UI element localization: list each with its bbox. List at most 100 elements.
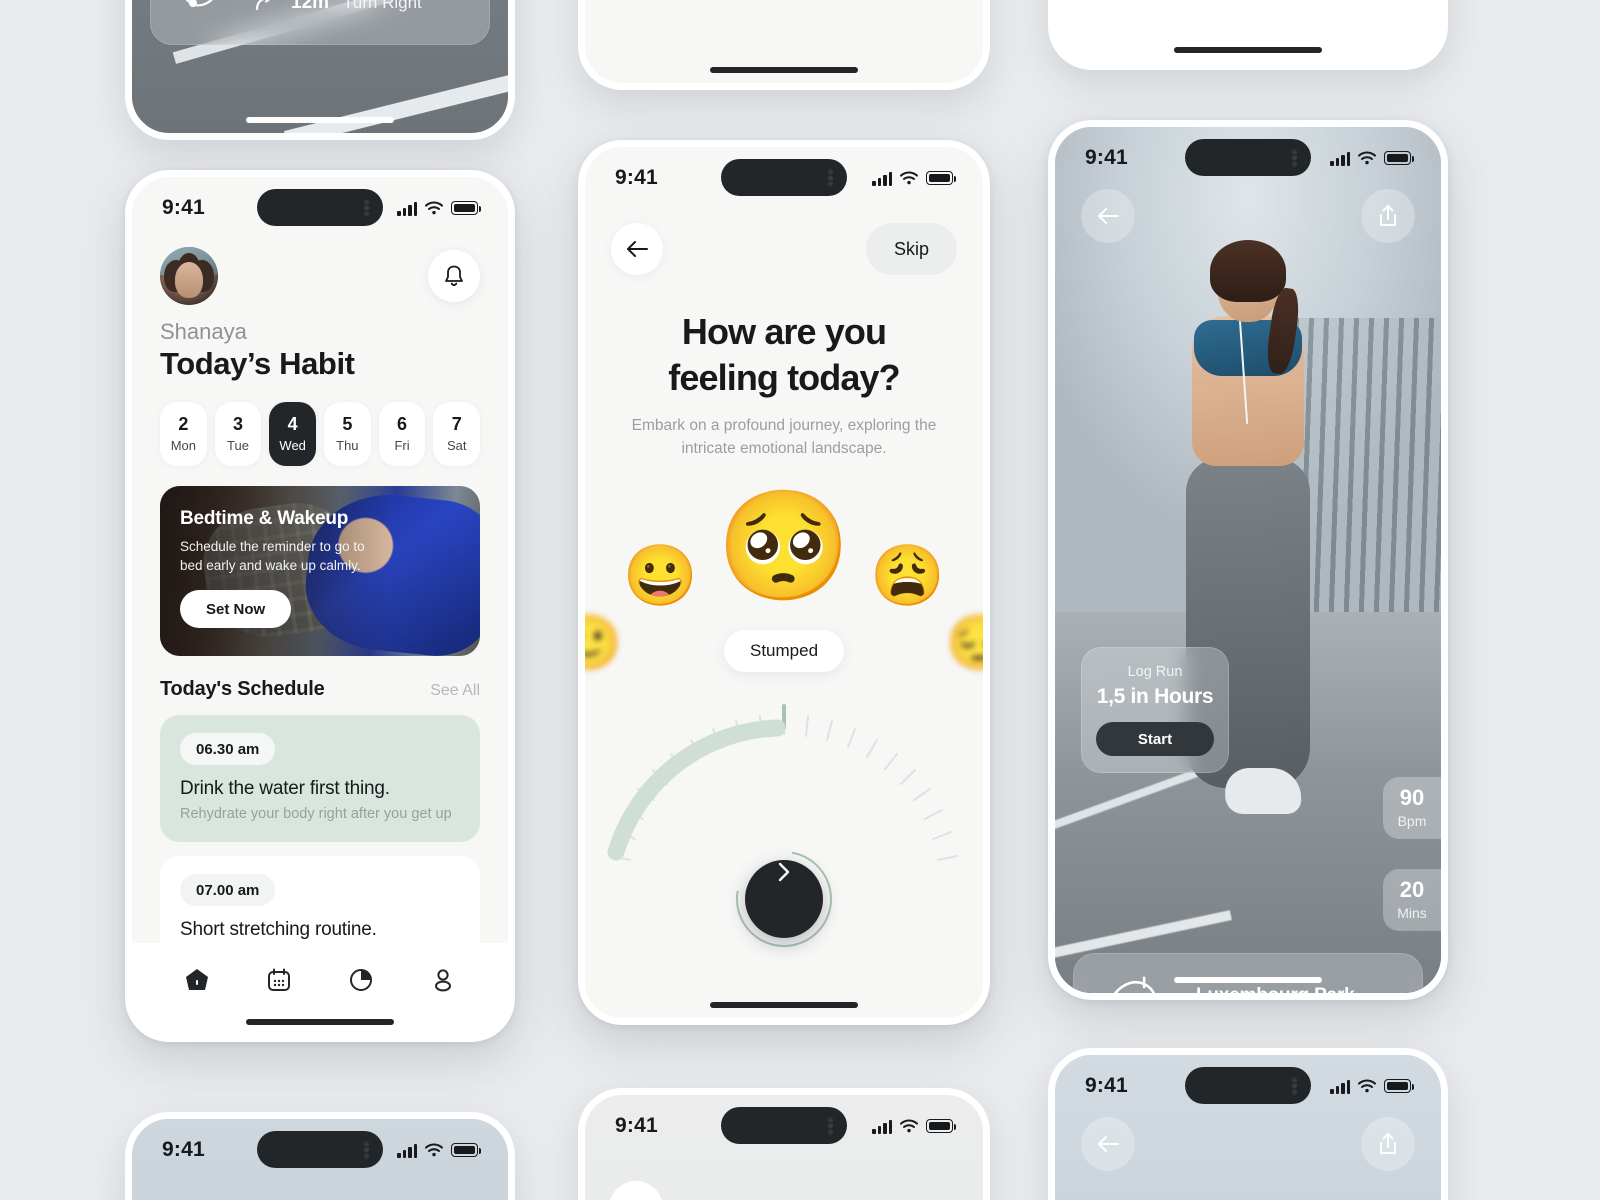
notification-button[interactable] [428, 250, 480, 302]
start-button[interactable]: Start [1096, 722, 1214, 756]
schedule-name: Short stretching routine. [180, 919, 377, 940]
log-run-value: 1,5 in Hours [1096, 685, 1214, 708]
profile-icon [435, 969, 451, 992]
bpm-unit: Bpm [1397, 813, 1427, 829]
run-nav [1055, 1117, 1441, 1171]
bell-icon [445, 265, 463, 286]
tab-profile[interactable] [420, 957, 466, 1003]
day-chip-fri[interactable]: 6 Fri [378, 402, 426, 466]
day-chip-mon[interactable]: 2 Mon [160, 402, 207, 466]
back-button[interactable] [611, 223, 663, 275]
tab-bar [1055, 0, 1441, 63]
day-chip-sat[interactable]: 7 Sat [433, 402, 481, 466]
mood-emoji-carousel[interactable]: 🙂 😀 🥺 😩 😔 Stumped [585, 488, 983, 673]
dynamic-island [257, 189, 383, 226]
tab-stats[interactable] [338, 957, 384, 1003]
bedtime-promo-card[interactable]: Bedtime & Wakeup Schedule the reminder t… [160, 486, 480, 656]
cellular-signal-icon [872, 1119, 892, 1134]
home-indicator [710, 67, 858, 73]
status-time: 9:41 [1085, 146, 1128, 169]
emoji-far-left[interactable]: 🙂 [585, 616, 622, 670]
dynamic-island [721, 159, 847, 196]
partial-phone-top-left: Luxembourg Park 12m Turn Right [125, 0, 515, 140]
day-number: 3 [233, 414, 244, 435]
arrow-left-icon [1098, 1136, 1119, 1152]
schedule-item-1[interactable]: 06.30 am Drink the water first thing. Re… [160, 715, 480, 842]
schedule-name: Drink the water first thing. [180, 778, 390, 799]
share-icon [1380, 205, 1396, 226]
cellular-signal-icon [397, 1143, 417, 1158]
day-number: 6 [397, 414, 408, 435]
route-map-card[interactable]: Luxembourg Park 12m Turn Right [150, 0, 490, 45]
see-all-link[interactable]: See All [430, 682, 480, 700]
day-number: 7 [451, 414, 462, 435]
wifi-icon [900, 1119, 918, 1133]
day-chip-tue[interactable]: 3 Tue [214, 402, 262, 466]
emoji-selected[interactable]: 🥺 [717, 492, 851, 600]
status-time: 9:41 [162, 1138, 205, 1161]
day-number: 2 [178, 414, 189, 435]
avatar[interactable] [160, 247, 218, 305]
day-label: Mon [170, 437, 196, 453]
day-label: Fri [394, 437, 410, 453]
skip-button[interactable]: Skip [865, 223, 957, 275]
mood-heading-line1: How are you [681, 311, 887, 352]
battery-icon [926, 171, 956, 185]
skip-button[interactable] [863, 1181, 959, 1200]
mood-dial[interactable] [585, 700, 983, 1000]
battery-icon [451, 1143, 481, 1157]
battery-icon [926, 1119, 956, 1133]
home-indicator [246, 1019, 394, 1025]
status-time: 9:41 [615, 1114, 658, 1137]
status-bar: 9:41 [132, 177, 508, 239]
back-button[interactable] [1081, 189, 1135, 243]
cellular-signal-icon [872, 171, 892, 186]
emoji-far-right[interactable]: 😔 [946, 616, 983, 670]
day-selector: 2 Mon 3 Tue 4 Wed 5 Thu 6 Fri 7 Sat [160, 402, 481, 466]
status-time: 9:41 [1085, 1074, 1128, 1097]
status-bar: 9:41 [585, 1095, 983, 1157]
emoji-happy[interactable]: 😀 [623, 546, 698, 606]
log-run-card[interactable]: Log Run 1,5 in Hours Start [1081, 647, 1229, 773]
share-button[interactable] [1361, 1117, 1415, 1171]
tab-home[interactable] [174, 957, 220, 1003]
day-label: Thu [336, 437, 359, 453]
day-label: Tue [227, 437, 249, 453]
partial-phone-bottom-left: 9:41 [125, 1112, 515, 1200]
home-indicator [710, 1002, 858, 1008]
wifi-icon [425, 201, 443, 215]
set-now-button[interactable]: Set Now [180, 590, 292, 629]
schedule-time: 07.00 am [180, 874, 276, 906]
tab-calendar[interactable] [256, 957, 302, 1003]
page-title: Today’s Habit [160, 346, 355, 381]
runner-figure [1155, 240, 1341, 889]
route-map-icon [185, 0, 213, 7]
status-time: 9:41 [615, 166, 658, 189]
schedule-title: Today's Schedule [160, 678, 325, 700]
day-label: Wed [279, 437, 306, 453]
back-button[interactable] [1081, 1117, 1135, 1171]
share-button[interactable] [1361, 189, 1415, 243]
day-label: Sat [446, 437, 467, 453]
day-chip-thu[interactable]: 5 Thu [324, 402, 371, 466]
phone-mood-check: 9:41 Skip How are you feeling today? Emb… [578, 140, 990, 1025]
turn-right-icon [255, 0, 271, 11]
dynamic-island [1185, 139, 1311, 176]
bpm-value: 90 [1399, 785, 1425, 810]
emoji-weary[interactable]: 😩 [870, 546, 945, 606]
status-bar: 9:41 [1055, 127, 1441, 189]
mood-heading-line2: feeling today? [668, 357, 900, 399]
battery-icon [451, 201, 481, 215]
mins-value: 20 [1399, 877, 1425, 902]
wifi-icon [1358, 151, 1376, 165]
promo-body: Schedule the reminder to go to bed early… [180, 539, 365, 574]
next-button[interactable] [745, 860, 823, 939]
status-bar: 9:41 [132, 1119, 508, 1181]
partial-phone-top-middle [578, 0, 990, 90]
mood-heading: How are you feeling today? [585, 309, 983, 401]
status-bar: 9:41 [585, 147, 983, 209]
chevron-right-icon [778, 862, 790, 882]
day-chip-wed[interactable]: 4 Wed [269, 402, 317, 466]
log-run-label: Log Run [1127, 664, 1183, 680]
arrow-left-icon [1098, 208, 1119, 224]
